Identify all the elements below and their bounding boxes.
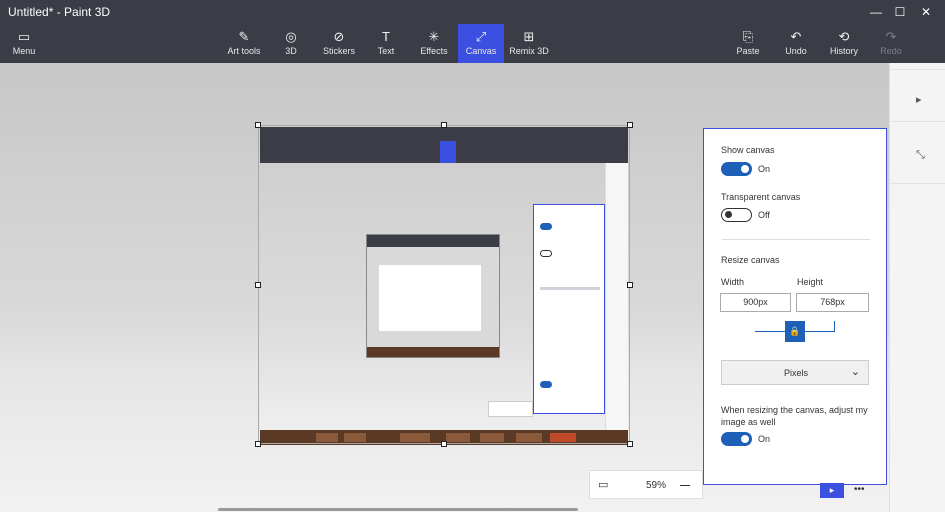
lock-connector [834,321,835,332]
resize-handle-right[interactable] [627,282,633,288]
side-divider [890,183,945,184]
show-canvas-state: On [758,164,771,174]
sticker-icon: ⊘ [333,29,345,44]
tool-label: History [829,46,858,56]
resize-handle-top-left[interactable] [255,122,261,128]
history-button[interactable]: ⟲ History [826,24,862,63]
close-button[interactable]: ✕ [916,3,936,21]
folder-icon: ▭ [17,29,31,44]
show-canvas-toggle[interactable] [721,162,752,176]
height-input[interactable]: 768px [796,293,869,312]
pointer-mode-button[interactable]: ▸ [820,483,844,498]
horizontal-scrollbar[interactable] [218,508,578,511]
tool-label: Paste [736,46,760,56]
lock-connector [755,331,785,332]
section-divider [722,239,870,240]
minimize-button[interactable]: — [866,3,886,21]
resize-handle-top[interactable] [441,122,447,128]
resize-handle-bottom-right[interactable] [627,441,633,447]
paste-button[interactable]: ⎘ Paste [732,24,764,63]
crop-icon[interactable]: ⤡ [916,149,925,162]
units-dropdown[interactable]: Pixels ⌄ [721,360,869,385]
tool-label: 3D [285,46,297,56]
menu-label: Menu [12,46,36,56]
select-icon[interactable]: ▸ [916,93,922,106]
width-label: Width [721,277,745,287]
height-label: Height [797,277,824,287]
main-toolbar: ▭ Menu ✎ Art tools ◎ 3D ⊘ Stickers T Tex… [0,24,945,63]
tool-label: Remix 3D [509,46,549,56]
side-divider [890,69,945,70]
pointer-icon: ▸ [829,485,835,495]
tool-label: Text [377,46,395,56]
adjust-image-state: On [758,434,771,444]
paste-icon: ⎘ [742,29,754,44]
tool-label: Redo [880,46,902,56]
side-divider [890,121,945,122]
undo-button[interactable]: ↶ Undo [780,24,812,63]
history-icon: ⟲ [838,29,850,44]
text-icon: T [382,29,390,44]
transparent-canvas-label: Transparent canvas [721,192,801,202]
cube-icon: ◎ [285,29,297,44]
canvas-panel: Show canvas On Transparent canvas Off Re… [703,128,887,485]
restore-button[interactable]: ☐ [890,3,910,21]
adjust-image-label-2: image as well [721,417,776,427]
transparent-canvas-toggle[interactable] [721,208,752,222]
adjust-image-toggle[interactable] [721,432,752,446]
tool-label: Undo [785,46,807,56]
transparent-canvas-state: Off [758,210,770,220]
tool-label: Effects [420,46,448,56]
resize-canvas-label: Resize canvas [721,255,780,265]
adjust-image-label: When resizing the canvas, adjust my [721,405,868,415]
tool-text[interactable]: T Text [368,24,404,63]
chevron-down-icon: ⌄ [850,366,860,378]
redo-icon: ↷ [885,29,897,44]
menu-button[interactable]: ▭ Menu [8,24,40,63]
resize-handle-top-right[interactable] [627,122,633,128]
zoom-bar: ▭ 59% [589,470,703,499]
units-value: Pixels [783,368,808,378]
tool-art-tools[interactable]: ✎ Art tools [222,24,266,63]
undo-icon: ↶ [790,29,802,44]
tool-remix-3d[interactable]: ⊞ Remix 3D [508,24,550,63]
canvas-icon: ⤢ [475,29,487,44]
resize-handle-bottom-left[interactable] [255,441,261,447]
more-options-icon[interactable]: ••• [854,484,865,495]
width-input[interactable]: 900px [720,293,791,312]
zoom-slider-track[interactable] [680,485,690,486]
resize-handle-left[interactable] [255,282,261,288]
effects-icon: ✳ [428,29,440,44]
zoom-controls-tail: ▸ ••• [820,483,889,498]
selection-outline [258,125,630,444]
zoom-percent: 59% [646,480,667,491]
view-icon[interactable]: ▭ [598,478,608,491]
tool-label: Canvas [465,46,497,56]
tool-3d[interactable]: ◎ 3D [274,24,308,63]
lock-connector [805,331,834,332]
tool-label: Stickers [322,46,355,56]
lock-icon: 🔒 [789,326,801,336]
tool-stickers[interactable]: ⊘ Stickers [318,24,360,63]
show-canvas-label: Show canvas [721,145,775,155]
tool-effects[interactable]: ✳ Effects [414,24,454,63]
brush-icon: ✎ [238,29,250,44]
tool-label: Art tools [227,46,261,56]
lock-aspect-ratio-button[interactable]: 🔒 [785,321,805,342]
title-bar: Untitled* - Paint 3D — ☐ ✕ [0,0,945,24]
window-title: Untitled* - Paint 3D [8,5,111,19]
side-tools-panel: ▸ ⤡ [889,63,945,512]
redo-button[interactable]: ↷ Redo [874,24,908,63]
remix-icon: ⊞ [523,29,535,44]
tool-canvas[interactable]: ⤢ Canvas [458,24,504,63]
resize-handle-bottom[interactable] [441,441,447,447]
